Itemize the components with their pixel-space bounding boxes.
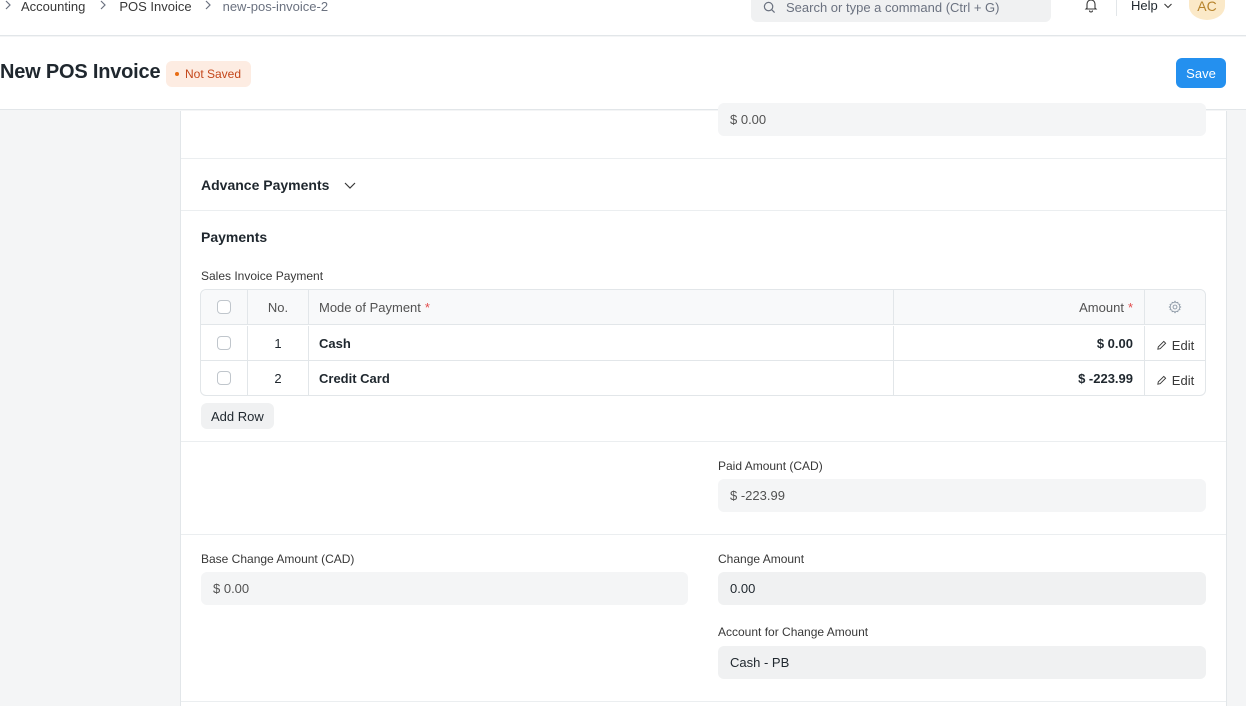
section-divider [181, 701, 1226, 702]
row-mode-of-payment[interactable]: Cash [309, 326, 894, 360]
row-checkbox[interactable] [217, 371, 231, 385]
row-mode-of-payment[interactable]: Credit Card [309, 361, 894, 395]
account-for-change-label: Account for Change Amount [718, 625, 869, 639]
status-badge: Not Saved [166, 61, 252, 87]
row-amount[interactable]: $ 0.00 [894, 326, 1145, 360]
bell-icon [1084, 0, 1098, 13]
column-mode-label: Mode of Payment [319, 299, 421, 315]
status-dot [175, 72, 179, 76]
navbar: Accounting POS Invoice new-pos-invoice-2… [0, 0, 1246, 36]
payments-table: No. Mode of Payment * Amount * 1 Cash $ 0.… [200, 289, 1206, 396]
pencil-icon [1157, 340, 1167, 350]
chevron-right-icon [99, 0, 107, 13]
gear-icon[interactable] [1168, 300, 1182, 314]
section-divider [181, 441, 1226, 442]
breadcrumb-current[interactable]: new-pos-invoice-2 [223, 0, 329, 14]
status-text: Not Saved [185, 67, 242, 81]
column-amount-label: Amount [1079, 299, 1124, 315]
row-edit-button[interactable]: Edit [1156, 338, 1194, 353]
page-title: New POS Invoice [0, 61, 161, 83]
row-amount[interactable]: $ -223.99 [894, 361, 1145, 395]
breadcrumb: Accounting POS Invoice new-pos-invoice-2 [0, 0, 328, 14]
row-edit-label: Edit [1171, 337, 1195, 353]
help-label: Help [1131, 0, 1158, 13]
row-select-cell [201, 326, 248, 360]
row-edit-label: Edit [1171, 372, 1195, 388]
row-edit-cell: Edit [1145, 326, 1205, 360]
pencil-icon [1157, 375, 1167, 385]
add-row-button[interactable]: Add Row [201, 403, 274, 429]
paid-amount-label: Paid Amount (CAD) [718, 459, 823, 473]
row-edit-button[interactable]: Edit [1156, 373, 1194, 388]
column-no: No. [248, 290, 309, 324]
sales-invoice-payment-label: Sales Invoice Payment [201, 269, 324, 283]
advance-payments-title[interactable]: Advance Payments [201, 177, 329, 193]
base-change-amount-field[interactable]: $ 0.00 [201, 572, 688, 605]
breadcrumb-accounting[interactable]: Accounting [21, 0, 85, 14]
form-card [180, 111, 1227, 706]
table-header: No. Mode of Payment * Amount * [201, 290, 1205, 325]
column-settings [1145, 290, 1205, 324]
search-icon [763, 1, 776, 13]
top-amount-field[interactable]: $ 0.00 [718, 103, 1206, 136]
change-amount-label: Change Amount [718, 552, 805, 566]
required-mark: * [1127, 299, 1133, 315]
avatar[interactable]: AC [1189, 0, 1225, 20]
table-row[interactable]: 1 Cash $ 0.00 Edit [201, 326, 1205, 361]
chevron-right-icon [204, 0, 212, 13]
base-change-amount-label: Base Change Amount (CAD) [201, 552, 355, 566]
table-row[interactable]: 2 Credit Card $ -223.99 Edit [201, 361, 1205, 395]
required-mark: * [424, 299, 430, 315]
paid-amount-field[interactable]: $ -223.99 [718, 479, 1206, 512]
page-head: New POS Invoice Not Saved Save [0, 37, 1246, 110]
section-divider [181, 210, 1226, 211]
section-divider [181, 158, 1226, 159]
search-placeholder: Search or type a command (Ctrl + G) [786, 0, 1000, 15]
navbar-divider [1116, 0, 1117, 16]
notifications-button[interactable] [1083, 0, 1099, 16]
search-input[interactable]: Search or type a command (Ctrl + G) [751, 0, 1051, 22]
column-amount: Amount * [894, 290, 1145, 324]
breadcrumb-pos-invoice[interactable]: POS Invoice [119, 0, 191, 14]
row-number: 2 [248, 361, 309, 395]
help-dropdown[interactable]: Help [1131, 0, 1173, 13]
row-edit-cell: Edit [1145, 361, 1205, 395]
chevron-right-icon [4, 0, 12, 13]
select-all-cell [201, 290, 248, 324]
change-amount-field[interactable]: 0.00 [718, 572, 1206, 605]
select-all-checkbox[interactable] [217, 300, 231, 314]
chevron-down-icon [1163, 3, 1172, 8]
row-number: 1 [248, 326, 309, 360]
save-button[interactable]: Save [1176, 58, 1226, 88]
account-for-change-field[interactable]: Cash - PB [718, 646, 1206, 679]
row-checkbox[interactable] [217, 336, 231, 350]
row-select-cell [201, 361, 248, 395]
payments-title: Payments [201, 229, 268, 245]
column-mode-of-payment: Mode of Payment * [309, 290, 894, 324]
chevron-down-icon[interactable] [343, 181, 357, 190]
section-divider [181, 534, 1226, 535]
